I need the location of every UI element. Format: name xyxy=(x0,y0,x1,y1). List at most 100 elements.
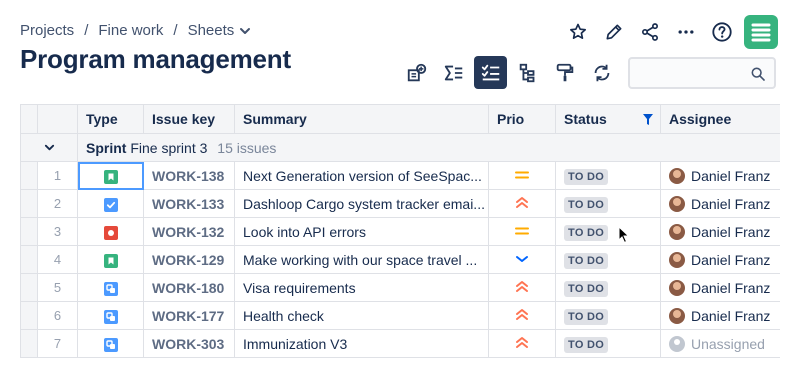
breadcrumb-fine-work[interactable]: Fine work xyxy=(98,22,163,39)
star-icon[interactable] xyxy=(560,14,596,50)
row-number: 2 xyxy=(37,189,78,218)
type-cell[interactable] xyxy=(77,301,144,330)
type-cell[interactable] xyxy=(77,329,144,358)
app-logo[interactable] xyxy=(744,15,778,49)
header-row: Type Issue key Summary Prio Status Assig… xyxy=(20,104,780,134)
checklist-icon[interactable] xyxy=(474,56,507,89)
table-row[interactable]: 2 WORK-133 Dashloop Cargo system tracker e… xyxy=(20,189,780,218)
status-badge: TO DO xyxy=(564,280,609,297)
avatar xyxy=(669,167,685,184)
breadcrumb-sheets[interactable]: Sheets xyxy=(188,22,235,39)
type-cell[interactable] xyxy=(77,161,144,190)
insert-field-icon[interactable] xyxy=(400,56,433,89)
issue-key-cell[interactable]: WORK-129 xyxy=(143,245,235,274)
assignee-cell[interactable]: Unassigned xyxy=(660,329,780,358)
hierarchy-icon[interactable] xyxy=(511,56,544,89)
priority-cell[interactable] xyxy=(488,189,556,218)
pencil-icon[interactable] xyxy=(596,14,632,50)
assignee-cell[interactable]: Daniel Franz xyxy=(660,245,780,274)
column-header-assignee[interactable]: Assignee xyxy=(660,104,780,134)
assignee-name: Unassigned xyxy=(691,335,765,352)
table-row[interactable]: 6 WORK-177 Health check TO DO Daniel Franz xyxy=(20,301,780,330)
filter-icon[interactable] xyxy=(642,113,654,129)
column-header-summary[interactable]: Summary xyxy=(234,104,489,134)
sum-icon[interactable] xyxy=(437,56,470,89)
help-icon[interactable] xyxy=(704,14,740,50)
group-title: Sprint Fine sprint 3 15 issues xyxy=(77,133,780,162)
drag-handle[interactable] xyxy=(20,161,38,190)
search-field[interactable] xyxy=(628,57,776,89)
issue-key-cell[interactable]: WORK-180 xyxy=(143,273,235,302)
assignee-cell[interactable]: Daniel Franz xyxy=(660,161,780,190)
drag-handle[interactable] xyxy=(20,245,38,274)
status-cell[interactable]: TO DO xyxy=(555,161,661,190)
assignee-cell[interactable]: Daniel Franz xyxy=(660,189,780,218)
row-number: 4 xyxy=(37,245,78,274)
paint-roller-icon[interactable] xyxy=(548,56,581,89)
assignee-cell[interactable]: Daniel Franz xyxy=(660,217,780,246)
status-cell[interactable]: TO DO xyxy=(555,189,661,218)
priority-cell[interactable] xyxy=(488,273,556,302)
status-cell[interactable]: TO DO xyxy=(555,217,661,246)
issue-key-cell[interactable]: WORK-138 xyxy=(143,161,235,190)
drag-handle[interactable] xyxy=(20,217,38,246)
priority-cell[interactable] xyxy=(488,301,556,330)
column-header-prio[interactable]: Prio xyxy=(488,104,556,134)
refresh-icon[interactable] xyxy=(585,56,618,89)
table-row[interactable]: 4 WORK-129 Make working with our space tra… xyxy=(20,245,780,274)
priority-cell[interactable] xyxy=(488,217,556,246)
assignee-cell[interactable]: Daniel Franz xyxy=(660,301,780,330)
assignee-name: Daniel Franz xyxy=(691,195,771,212)
table-row[interactable]: 3 WORK-132 Look into API errors TO DO Daniel… xyxy=(20,217,780,246)
drag-handle[interactable] xyxy=(20,273,38,302)
status-cell[interactable]: TO DO xyxy=(555,329,661,358)
issue-key-cell[interactable]: WORK-303 xyxy=(143,329,235,358)
summary-cell[interactable]: Health check xyxy=(234,301,489,330)
status-cell[interactable]: TO DO xyxy=(555,245,661,274)
more-icon[interactable] xyxy=(668,14,704,50)
drag-handle[interactable] xyxy=(20,189,38,218)
drag-handle[interactable] xyxy=(20,301,38,330)
priority-cell[interactable] xyxy=(488,161,556,190)
chevron-down-icon[interactable] xyxy=(44,140,55,156)
assignee-cell[interactable]: Daniel Franz xyxy=(660,273,780,302)
table-row[interactable]: 5 WORK-180 Visa requirements TO DO Daniel Fr… xyxy=(20,273,780,302)
share-icon[interactable] xyxy=(632,14,668,50)
priority-cell[interactable] xyxy=(488,329,556,358)
column-header-type[interactable]: Type xyxy=(77,104,144,134)
type-cell[interactable] xyxy=(77,273,144,302)
issue-key-cell[interactable]: WORK-132 xyxy=(143,217,235,246)
avatar xyxy=(669,279,685,296)
issue-key-cell[interactable]: WORK-133 xyxy=(143,189,235,218)
table-row[interactable]: 1 WORK-138 Next Generation version of SeeS… xyxy=(20,161,780,190)
type-cell[interactable] xyxy=(77,217,144,246)
summary-cell[interactable]: Look into API errors xyxy=(234,217,489,246)
drag-handle[interactable] xyxy=(20,329,38,358)
breadcrumb-projects[interactable]: Projects xyxy=(20,22,74,39)
summary-cell[interactable]: Next Generation version of SeeSpac... xyxy=(234,161,489,190)
summary-cell[interactable]: Dashloop Cargo system tracker emai... xyxy=(234,189,489,218)
avatar xyxy=(669,307,685,324)
issue-key-cell[interactable]: WORK-177 xyxy=(143,301,235,330)
group-toggle[interactable] xyxy=(20,133,78,162)
column-header-status[interactable]: Status xyxy=(555,104,661,134)
priority-high-icon xyxy=(514,196,530,212)
status-cell[interactable]: TO DO xyxy=(555,301,661,330)
priority-high-icon xyxy=(514,280,530,296)
type-cell[interactable] xyxy=(77,245,144,274)
chevron-down-icon[interactable] xyxy=(239,25,251,37)
subtask-type-icon xyxy=(103,281,118,296)
column-header-issue-key[interactable]: Issue key xyxy=(143,104,235,134)
summary-cell[interactable]: Immunization V3 xyxy=(234,329,489,358)
story-type-icon xyxy=(103,253,118,268)
summary-cell[interactable]: Visa requirements xyxy=(234,273,489,302)
status-cell[interactable]: TO DO xyxy=(555,273,661,302)
assignee-name: Daniel Franz xyxy=(691,279,771,296)
search-icon[interactable] xyxy=(750,66,766,87)
table-row[interactable]: 7 WORK-303 Immunization V3 TO DO Unassigned xyxy=(20,329,780,358)
type-cell[interactable] xyxy=(77,189,144,218)
priority-cell[interactable] xyxy=(488,245,556,274)
row-number: 5 xyxy=(37,273,78,302)
summary-cell[interactable]: Make working with our space travel ... xyxy=(234,245,489,274)
search-input[interactable] xyxy=(630,59,740,87)
